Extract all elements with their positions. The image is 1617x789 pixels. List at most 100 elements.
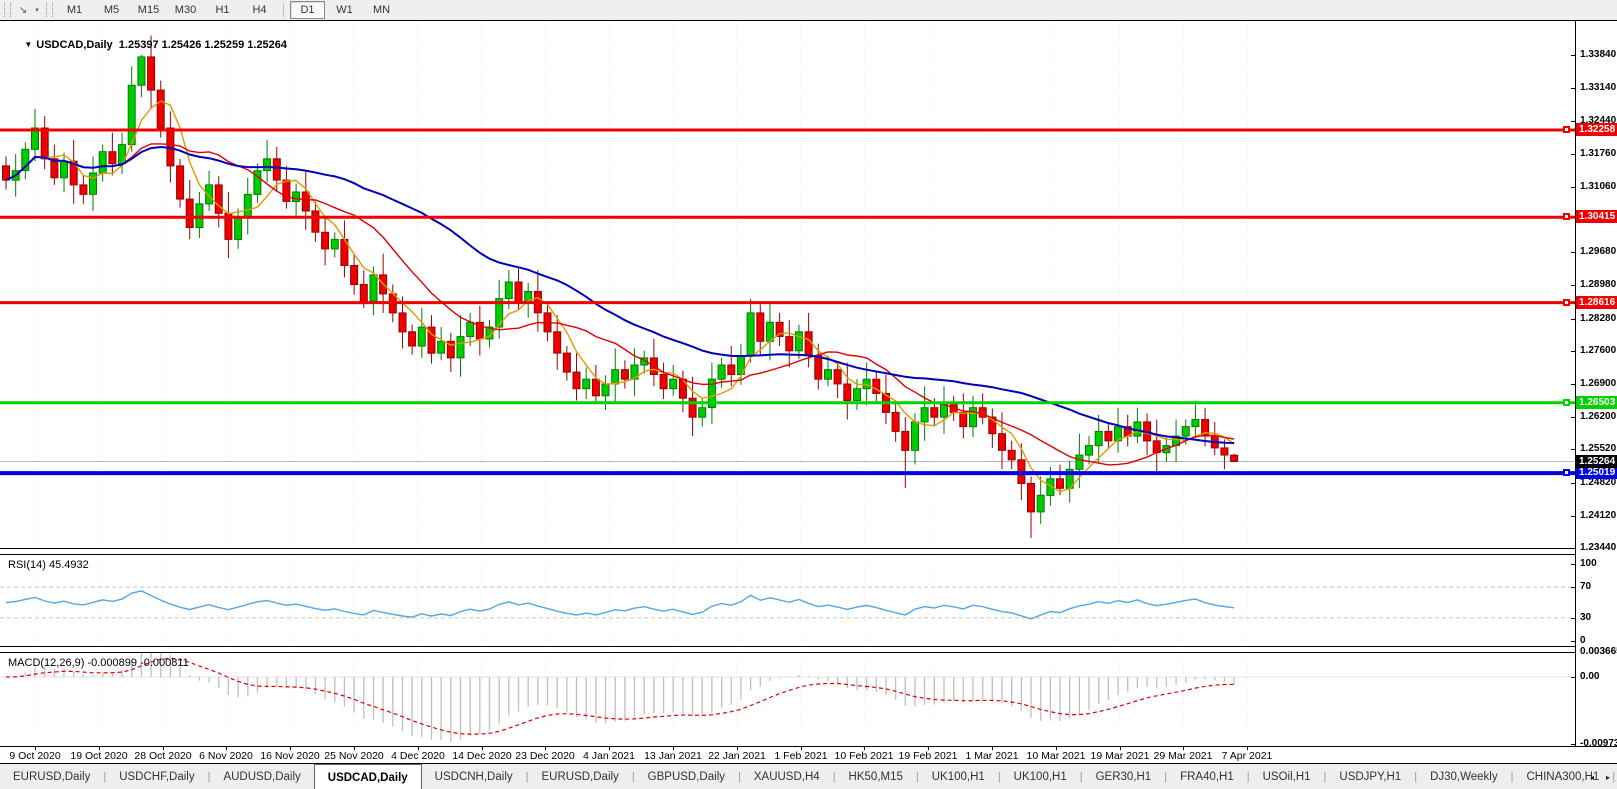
timeframe-button-d1[interactable]: D1 bbox=[290, 1, 325, 19]
price-axis-tick: 1.24120 bbox=[1580, 510, 1617, 521]
chart-tab-uk100-h1[interactable]: UK100,H1 bbox=[1001, 764, 1080, 789]
date-label: 7 Apr 2021 bbox=[1221, 750, 1273, 762]
date-axis[interactable]: 9 Oct 2020 19 Oct 2020 28 Oct 2020 6 Nov 20… bbox=[0, 746, 1617, 764]
price-axis-tick: 1.26900 bbox=[1580, 378, 1617, 389]
timeframe-button-m1[interactable]: M1 bbox=[57, 1, 92, 19]
timeframe-button-m15[interactable]: M15 bbox=[131, 1, 166, 19]
level-anchor-square[interactable] bbox=[1563, 299, 1570, 306]
date-label: 23 Dec 2020 bbox=[515, 750, 575, 762]
macd-axis-tick: 0.00 bbox=[1580, 671, 1600, 682]
date-label: 9 Oct 2020 bbox=[9, 750, 61, 762]
level-price-badge: 1.26503 bbox=[1576, 396, 1617, 409]
date-label: 19 Oct 2020 bbox=[70, 750, 128, 762]
price-axis-tick: 1.28980 bbox=[1580, 279, 1617, 290]
price-axis-tickmark bbox=[1571, 88, 1575, 89]
terminal-window: ↘ ▾ M1 M5 M15 M30 H1 H4 D1 W1 MN ▼ USDCAD,Daily 1… bbox=[0, 0, 1617, 789]
chart-title: ▼ USDCAD,Daily 1.25397 1.25426 1.25259 1.… bbox=[6, 27, 287, 63]
panel-splitter-rsi[interactable] bbox=[0, 548, 1575, 555]
toolbar-grip-2 bbox=[46, 3, 53, 17]
level-anchor-square[interactable] bbox=[1563, 399, 1570, 406]
chart-tab-hk50-m15[interactable]: HK50,M15 bbox=[836, 764, 916, 789]
rsi-axis-tickmark bbox=[1571, 618, 1575, 619]
timeframe-button-w1[interactable]: W1 bbox=[327, 1, 362, 19]
date-label: 6 Nov 2020 bbox=[199, 750, 253, 762]
rsi-axis-tick: 30 bbox=[1580, 612, 1592, 623]
chart-title-ohlc: 1.25397 1.25426 1.25259 1.25264 bbox=[118, 39, 288, 51]
chart-tab-ger30-h1[interactable]: GER30,H1 bbox=[1083, 764, 1165, 789]
price-axis-tick: 1.31760 bbox=[1580, 148, 1617, 159]
price-axis-tickmark bbox=[1571, 384, 1575, 385]
rsi-axis-tickmark bbox=[1571, 564, 1575, 565]
price-axis-tickmark bbox=[1571, 449, 1575, 450]
chart-tab-usoil-h1[interactable]: USOil,H1 bbox=[1250, 764, 1324, 789]
level-price-badge: 1.32258 bbox=[1576, 123, 1617, 136]
date-label: 22 Jan 2021 bbox=[708, 750, 766, 762]
chart-tab-usdjpy-h1[interactable]: USDJPY,H1 bbox=[1326, 764, 1414, 789]
chart-tab-fra40-h1[interactable]: FRA40,H1 bbox=[1167, 764, 1247, 789]
chart-tab-usdcad-daily[interactable]: USDCAD,Daily bbox=[313, 764, 422, 789]
toolbar-grip[interactable] bbox=[4, 3, 11, 17]
chart-window[interactable]: ▼ USDCAD,Daily 1.25397 1.25426 1.25259 1.… bbox=[0, 20, 1617, 765]
date-label: 1 Mar 2021 bbox=[965, 750, 1019, 762]
chart-tab-bar: EURUSD,Daily | USDCHF,Daily | AUDUSD,Daily US… bbox=[0, 763, 1617, 789]
price-axis-tickmark bbox=[1571, 548, 1575, 549]
macd-axis-tickmark bbox=[1571, 652, 1575, 653]
chart-tab-usdcnh-daily[interactable]: USDCNH,Daily bbox=[422, 764, 526, 789]
timeframe-button-h4[interactable]: H4 bbox=[242, 1, 277, 19]
timeframe-button-m5[interactable]: M5 bbox=[94, 1, 129, 19]
timeframe-toolbar: ↘ ▾ M1 M5 M15 M30 H1 H4 D1 W1 MN bbox=[0, 0, 1617, 21]
price-axis-tickmark bbox=[1571, 285, 1575, 286]
chart-title-symbol: USDCAD,Daily bbox=[36, 39, 113, 51]
date-label: 16 Nov 2020 bbox=[260, 750, 320, 762]
chart-tab-audusd-daily[interactable]: AUDUSD,Daily bbox=[210, 764, 313, 789]
panel-splitter-macd[interactable] bbox=[0, 646, 1575, 653]
dropdown-caret-icon[interactable]: ▾ bbox=[32, 2, 42, 18]
date-label: 28 Oct 2020 bbox=[134, 750, 192, 762]
level-anchor-square[interactable] bbox=[1563, 126, 1570, 133]
level-anchor-square[interactable] bbox=[1563, 469, 1570, 476]
tab-scroll-left-icon[interactable]: ◂ bbox=[1585, 769, 1599, 785]
price-axis-tickmark bbox=[1571, 483, 1575, 484]
chart-tab-usdchf-daily[interactable]: USDCHF,Daily bbox=[106, 764, 207, 789]
symbol-dropdown-icon[interactable]: ▼ bbox=[24, 40, 32, 49]
date-label: 13 Jan 2021 bbox=[644, 750, 702, 762]
chart-tab-uk100-h1[interactable]: UK100,H1 bbox=[919, 764, 998, 789]
price-axis-tick: 1.23440 bbox=[1580, 542, 1617, 553]
level-anchor-square[interactable] bbox=[1563, 213, 1570, 220]
price-axis-tickmark bbox=[1571, 351, 1575, 352]
scroll-chart-icon[interactable]: ↘ bbox=[14, 2, 32, 18]
timeframe-button-mn[interactable]: MN bbox=[364, 1, 399, 19]
price-axis-tickmark bbox=[1571, 319, 1575, 320]
rsi-axis-tick: 70 bbox=[1580, 581, 1592, 592]
date-label: 14 Dec 2020 bbox=[452, 750, 512, 762]
chart-tab-dj30-weekly[interactable]: DJ30,Weekly bbox=[1417, 764, 1511, 789]
tab-scroll-right-icon[interactable]: ▸ bbox=[1601, 769, 1615, 785]
price-axis-tickmark bbox=[1571, 55, 1575, 56]
price-axis-tick: 1.33140 bbox=[1580, 82, 1617, 93]
level-price-badge: 1.28616 bbox=[1576, 296, 1617, 309]
chart-tab-xauusd-h4[interactable]: XAUUSD,H4 bbox=[741, 764, 833, 789]
macd-axis-tickmark bbox=[1571, 744, 1575, 745]
chart-tab-eurusd-daily[interactable]: EURUSD,Daily bbox=[528, 764, 631, 789]
price-axis-tickmark bbox=[1571, 187, 1575, 188]
chart-tab-eurusd-daily[interactable]: EURUSD,Daily bbox=[0, 764, 103, 789]
macd-axis-tick: 0.003665 bbox=[1580, 646, 1617, 657]
date-label: 4 Jan 2021 bbox=[583, 750, 635, 762]
price-axis-tickmark bbox=[1571, 121, 1575, 122]
macd-axis-tickmark bbox=[1571, 677, 1575, 678]
timeframe-button-m30[interactable]: M30 bbox=[168, 1, 203, 19]
chart-tab-gbpusd-daily[interactable]: GBPUSD,Daily bbox=[635, 764, 738, 789]
rsi-indicator-label: RSI(14) 45.4932 bbox=[8, 559, 89, 571]
date-label: 4 Dec 2020 bbox=[391, 750, 445, 762]
current-price-badge: 1.25264 bbox=[1576, 455, 1617, 468]
price-axis-tick: 1.29680 bbox=[1580, 246, 1617, 257]
price-axis-tick: 1.28280 bbox=[1580, 313, 1617, 324]
price-axis-tick: 1.33840 bbox=[1580, 49, 1617, 60]
rsi-axis-tickmark bbox=[1571, 641, 1575, 642]
date-label: 19 Feb 2021 bbox=[898, 750, 958, 762]
macd-indicator-label: MACD(12,26,9) -0.000899 -0.000811 bbox=[8, 657, 189, 669]
toolbar-separator bbox=[283, 3, 284, 17]
timeframe-button-h1[interactable]: H1 bbox=[205, 1, 240, 19]
date-label: 10 Mar 2021 bbox=[1026, 750, 1086, 762]
rsi-axis-tick: 0 bbox=[1580, 635, 1586, 646]
